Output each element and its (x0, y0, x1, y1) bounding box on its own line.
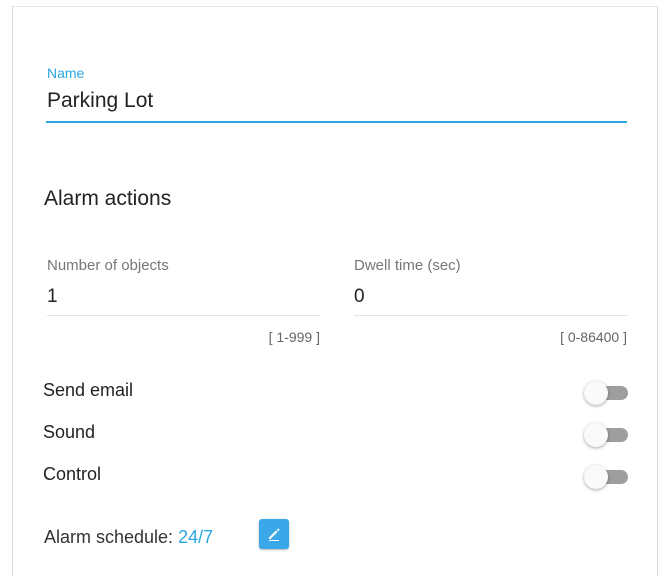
sound-label: Sound (43, 422, 96, 442)
number-of-objects-range: [ 1-999 ] (268, 329, 320, 345)
dwell-time-field[interactable]: Dwell time (sec) 0 [ 0-86400 ] (354, 257, 627, 345)
send-email-toggle[interactable] (584, 381, 628, 405)
dwell-time-underline (354, 315, 627, 316)
number-of-objects-label: Number of objects (47, 257, 169, 274)
control-toggle[interactable] (584, 465, 628, 489)
sound-row: Sound (43, 419, 628, 449)
name-input[interactable]: Parking Lot (47, 89, 153, 113)
toggle-thumb (584, 423, 608, 447)
alarm-settings-panel: Name Parking Lot Alarm actions Number of… (12, 6, 658, 576)
number-of-objects-input[interactable]: 1 (47, 286, 58, 308)
send-email-row: Send email (43, 377, 628, 407)
toggle-thumb (584, 465, 608, 489)
pencil-icon (269, 528, 280, 541)
control-label: Control (43, 464, 102, 484)
alarm-schedule-value: 24/7 (178, 527, 214, 547)
toggle-thumb (584, 381, 608, 405)
name-field-underline (46, 121, 627, 123)
send-email-label: Send email (43, 380, 134, 400)
dwell-time-range: [ 0-86400 ] (560, 329, 627, 345)
name-field-label: Name (47, 65, 85, 81)
alarm-actions-title: Alarm actions (44, 187, 172, 210)
number-of-objects-underline (47, 315, 320, 316)
alarm-schedule: Alarm schedule: 24/7 (44, 527, 213, 548)
number-of-objects-field[interactable]: Number of objects 1 [ 1-999 ] (47, 257, 320, 345)
alarm-schedule-label: Alarm schedule: (44, 527, 174, 547)
sound-toggle[interactable] (584, 423, 628, 447)
edit-schedule-button[interactable] (259, 519, 289, 549)
dwell-time-label: Dwell time (sec) (354, 257, 461, 274)
control-row: Control (43, 461, 628, 491)
name-field[interactable]: Name Parking Lot (46, 65, 627, 129)
dwell-time-input[interactable]: 0 (354, 286, 365, 308)
